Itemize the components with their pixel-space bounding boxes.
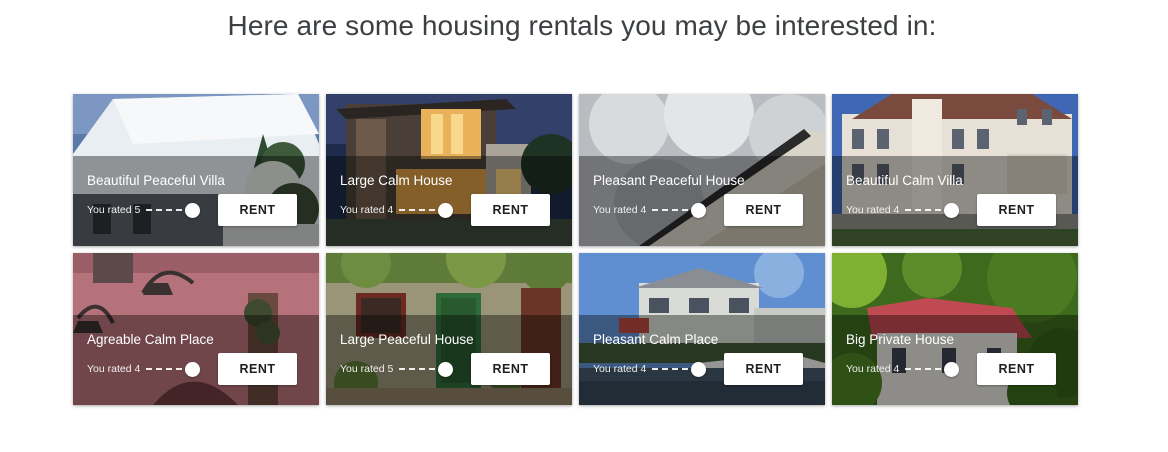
rating-track[interactable] bbox=[399, 361, 454, 377]
rental-grid: Beautiful Peaceful Villa You rated 5 REN… bbox=[73, 94, 1080, 406]
rating-slider[interactable]: You rated 4 bbox=[846, 202, 960, 218]
rating-track[interactable] bbox=[652, 202, 707, 218]
rating-thumb[interactable] bbox=[691, 362, 707, 377]
rating-slider[interactable]: You rated 4 bbox=[593, 202, 707, 218]
rent-button[interactable]: RENT bbox=[471, 353, 550, 385]
rental-title: Beautiful Peaceful Villa bbox=[87, 173, 225, 188]
rental-card[interactable]: Large Peaceful House You rated 5 RENT bbox=[326, 253, 572, 405]
rental-title: Big Private House bbox=[846, 332, 955, 347]
rating-track[interactable] bbox=[399, 202, 454, 218]
rental-title: Pleasant Peaceful House bbox=[593, 173, 745, 188]
rating-label: You rated 4 bbox=[846, 363, 900, 375]
rental-title: Agreable Calm Place bbox=[87, 332, 214, 347]
rating-slider[interactable]: You rated 4 bbox=[340, 202, 454, 218]
rental-title: Large Calm House bbox=[340, 173, 453, 188]
rental-card[interactable]: Beautiful Peaceful Villa You rated 5 REN… bbox=[73, 94, 319, 246]
rental-title: Beautiful Calm Villa bbox=[846, 173, 963, 188]
rating-thumb[interactable] bbox=[185, 203, 201, 218]
rating-slider[interactable]: You rated 4 bbox=[846, 361, 960, 377]
rental-card[interactable]: Agreable Calm Place You rated 4 RENT bbox=[73, 253, 319, 405]
rent-button[interactable]: RENT bbox=[471, 194, 550, 226]
rent-button[interactable]: RENT bbox=[218, 194, 297, 226]
rating-track[interactable] bbox=[146, 202, 201, 218]
rating-slider[interactable]: You rated 4 bbox=[593, 361, 707, 377]
rating-label: You rated 4 bbox=[340, 204, 394, 216]
rating-slider[interactable]: You rated 4 bbox=[87, 361, 201, 377]
rating-slider[interactable]: You rated 5 bbox=[87, 202, 201, 218]
rating-thumb[interactable] bbox=[438, 203, 454, 218]
rating-slider[interactable]: You rated 5 bbox=[340, 361, 454, 377]
rating-thumb[interactable] bbox=[185, 362, 201, 377]
rating-label: You rated 4 bbox=[87, 363, 141, 375]
rating-thumb[interactable] bbox=[438, 362, 454, 377]
rating-track[interactable] bbox=[146, 361, 201, 377]
rent-button[interactable]: RENT bbox=[218, 353, 297, 385]
rating-label: You rated 4 bbox=[593, 204, 647, 216]
rating-label: You rated 5 bbox=[340, 363, 394, 375]
rating-track[interactable] bbox=[905, 202, 960, 218]
rating-thumb[interactable] bbox=[691, 203, 707, 218]
rental-card[interactable]: Large Calm House You rated 4 RENT bbox=[326, 94, 572, 246]
rental-card[interactable]: Big Private House You rated 4 RENT bbox=[832, 253, 1078, 405]
rating-label: You rated 4 bbox=[593, 363, 647, 375]
rating-track[interactable] bbox=[905, 361, 960, 377]
rent-button[interactable]: RENT bbox=[977, 194, 1056, 226]
rating-thumb[interactable] bbox=[944, 203, 960, 218]
rent-button[interactable]: RENT bbox=[724, 353, 803, 385]
rental-card[interactable]: Pleasant Peaceful House You rated 4 RENT bbox=[579, 94, 825, 246]
rental-title: Pleasant Calm Place bbox=[593, 332, 719, 347]
rating-thumb[interactable] bbox=[944, 362, 960, 377]
rating-label: You rated 5 bbox=[87, 204, 141, 216]
rent-button[interactable]: RENT bbox=[977, 353, 1056, 385]
page-heading: Here are some housing rentals you may be… bbox=[227, 10, 937, 41]
rent-button[interactable]: RENT bbox=[724, 194, 803, 226]
rental-card[interactable]: Pleasant Calm Place You rated 4 RENT bbox=[579, 253, 825, 405]
rating-track[interactable] bbox=[652, 361, 707, 377]
rating-label: You rated 4 bbox=[846, 204, 900, 216]
rental-card[interactable]: Beautiful Calm Villa You rated 4 RENT bbox=[832, 94, 1078, 246]
rental-title: Large Peaceful House bbox=[340, 332, 474, 347]
